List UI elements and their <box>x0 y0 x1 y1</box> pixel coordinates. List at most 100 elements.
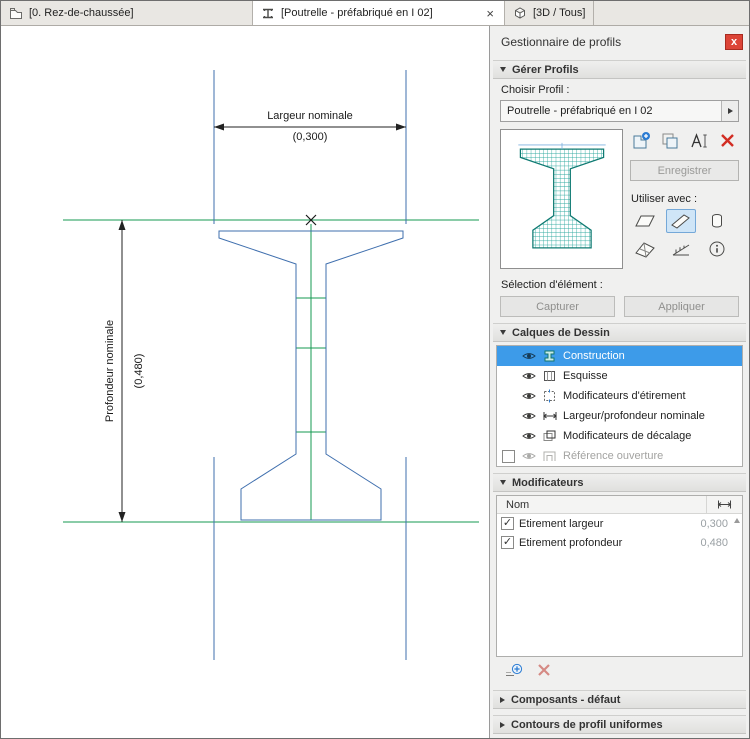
wall-icon[interactable] <box>630 209 660 233</box>
profile-preview-image <box>510 140 614 258</box>
layer-row-offset-modifiers[interactable]: Modificateurs de décalage <box>497 426 742 446</box>
collapse-triangle-icon <box>500 697 505 703</box>
archicad-window: [0. Rez-de-chaussée] [Poutrelle - préfab… <box>0 0 750 739</box>
modifier-checkbox[interactable] <box>501 536 514 549</box>
panel-close-icon[interactable]: x <box>725 34 743 50</box>
layer-label: Modificateurs de décalage <box>563 430 691 442</box>
section-header-contours[interactable]: Contours de profil uniformes <box>493 715 746 734</box>
width-column-icon <box>706 496 742 513</box>
collapse-triangle-icon <box>500 722 505 728</box>
eye-icon[interactable] <box>521 431 536 441</box>
modifiers-table-header[interactable]: Nom <box>497 496 742 514</box>
selection-element-label: Sélection d'élément : <box>493 269 746 292</box>
profile-select-dropdown[interactable]: Poutrelle - préfabriqué en I 02 <box>500 100 739 122</box>
beam-icon[interactable] <box>666 209 696 233</box>
layer-label: Esquisse <box>563 370 608 382</box>
tab-close-icon[interactable]: × <box>484 7 496 20</box>
panel-title-bar[interactable]: Gestionnaire de profils x <box>493 30 746 54</box>
dim-width-value: (0,300) <box>293 131 328 143</box>
collapse-triangle-icon <box>500 330 506 335</box>
modifier-toolbar <box>493 657 746 684</box>
layer-row-stretch-modifiers[interactable]: Modificateurs d'étirement <box>497 386 742 406</box>
width-dimension[interactable]: Largeur nominale (0,300) <box>214 110 406 143</box>
drawing-layers-list: Construction Esquisse Modificateurs d'ét… <box>496 345 743 467</box>
profile-editor-canvas[interactable]: Largeur nominale (0,300) Profondeur nomi… <box>1 26 489 738</box>
layer-checkbox[interactable] <box>502 450 515 463</box>
layer-row-nominal-size[interactable]: Largeur/profondeur nominale <box>497 406 742 426</box>
delete-profile-icon[interactable] <box>717 131 739 151</box>
section-label: Modificateurs <box>512 477 584 489</box>
dim-width-label: Largeur nominale <box>267 110 353 122</box>
modifier-name: Etirement profondeur <box>519 537 689 549</box>
tab-3d[interactable]: [3D / Tous] <box>505 1 594 25</box>
collapse-triangle-icon <box>500 480 506 485</box>
dropdown-flyout-button[interactable] <box>721 101 738 121</box>
add-modifier-icon[interactable] <box>504 662 523 681</box>
section-label: Contours de profil uniformes <box>511 719 663 731</box>
section-header-modificateurs[interactable]: Modificateurs <box>493 473 746 492</box>
construction-layer-icon <box>541 349 558 363</box>
section-header-composants[interactable]: Composants - défaut <box>493 690 746 709</box>
tab-bar: [0. Rez-de-chaussée] [Poutrelle - préfab… <box>1 1 749 26</box>
eye-icon[interactable] <box>521 391 536 401</box>
cube-3d-icon <box>513 6 527 20</box>
tab-profile-editor[interactable]: [Poutrelle - préfabriqué en I 02] × <box>253 1 505 25</box>
section-header-calques[interactable]: Calques de Dessin <box>493 323 746 342</box>
tab-floor-plan[interactable]: [0. Rez-de-chaussée] <box>1 1 253 25</box>
column-icon[interactable] <box>702 209 732 233</box>
dim-depth-label: Profondeur nominale <box>104 320 116 422</box>
profile-manager-panel: Gestionnaire de profils x Gérer Profils … <box>489 26 749 738</box>
modifier-name: Etirement largeur <box>519 518 689 530</box>
section-label: Calques de Dessin <box>512 327 610 339</box>
layer-label: Largeur/profondeur nominale <box>563 410 705 422</box>
apply-button[interactable]: Appliquer <box>624 296 739 317</box>
depth-dimension[interactable]: Profondeur nominale (0,480) <box>104 220 145 522</box>
opening-reference-layer-icon <box>541 449 558 463</box>
selected-profile-name: Poutrelle - préfabriqué en I 02 <box>501 105 721 117</box>
eye-icon[interactable] <box>521 451 536 461</box>
eye-icon[interactable] <box>521 371 536 381</box>
dim-depth-value: (0,480) <box>133 354 145 389</box>
collapse-triangle-icon <box>500 67 506 72</box>
layer-label: Construction <box>563 350 625 362</box>
layer-row-esquisse[interactable]: Esquisse <box>497 366 742 386</box>
duplicate-profile-icon[interactable] <box>659 131 681 151</box>
stretch-modifier-layer-icon <box>541 389 558 403</box>
profile-preview <box>500 129 623 269</box>
profile-drawing: Largeur nominale (0,300) Profondeur nomi… <box>1 26 489 738</box>
tab-label: [3D / Tous] <box>533 7 585 19</box>
modifier-row-largeur[interactable]: Etirement largeur 0,300 <box>497 514 742 533</box>
modifier-value[interactable]: 0,300 <box>694 518 728 530</box>
layer-label: Modificateurs d'étirement <box>563 390 686 402</box>
floor-plan-icon <box>9 7 23 20</box>
capture-button[interactable]: Capturer <box>500 296 615 317</box>
utiliser-avec-label: Utiliser avec : <box>630 181 739 205</box>
modifier-value[interactable]: 0,480 <box>694 537 728 549</box>
nominal-size-layer-icon <box>541 409 558 423</box>
choisir-profil-label: Choisir Profil : <box>493 79 746 97</box>
sketch-layer-icon <box>541 369 558 383</box>
rename-profile-icon[interactable] <box>688 131 710 151</box>
modifier-row-profondeur[interactable]: Etirement profondeur 0,480 <box>497 533 742 552</box>
railing-icon[interactable] <box>666 237 696 261</box>
layer-row-construction[interactable]: Construction <box>497 346 742 366</box>
section-label: Composants - défaut <box>511 694 620 706</box>
scroll-up-icon[interactable] <box>734 518 740 523</box>
modifier-checkbox[interactable] <box>501 517 514 530</box>
save-profile-button[interactable]: Enregistrer <box>630 160 739 181</box>
new-profile-icon[interactable] <box>630 131 652 151</box>
column-header-nom: Nom <box>497 499 706 511</box>
offset-modifier-layer-icon <box>541 429 558 443</box>
flyout-arrow-icon <box>728 108 733 114</box>
layer-row-reference-ouverture[interactable]: Référence ouverture <box>497 446 742 466</box>
roof-icon[interactable] <box>630 237 660 261</box>
tab-label: [0. Rez-de-chaussée] <box>29 7 134 19</box>
section-header-gerer-profils[interactable]: Gérer Profils <box>493 60 746 79</box>
modifiers-table: Nom Etirement largeur 0,300 Etirement pr… <box>496 495 743 657</box>
section-label: Gérer Profils <box>512 64 579 76</box>
eye-icon[interactable] <box>521 351 536 361</box>
delete-modifier-icon[interactable] <box>536 662 552 681</box>
eye-icon[interactable] <box>521 411 536 421</box>
tab-label: [Poutrelle - préfabriqué en I 02] <box>281 7 433 19</box>
info-icon[interactable] <box>702 237 732 261</box>
